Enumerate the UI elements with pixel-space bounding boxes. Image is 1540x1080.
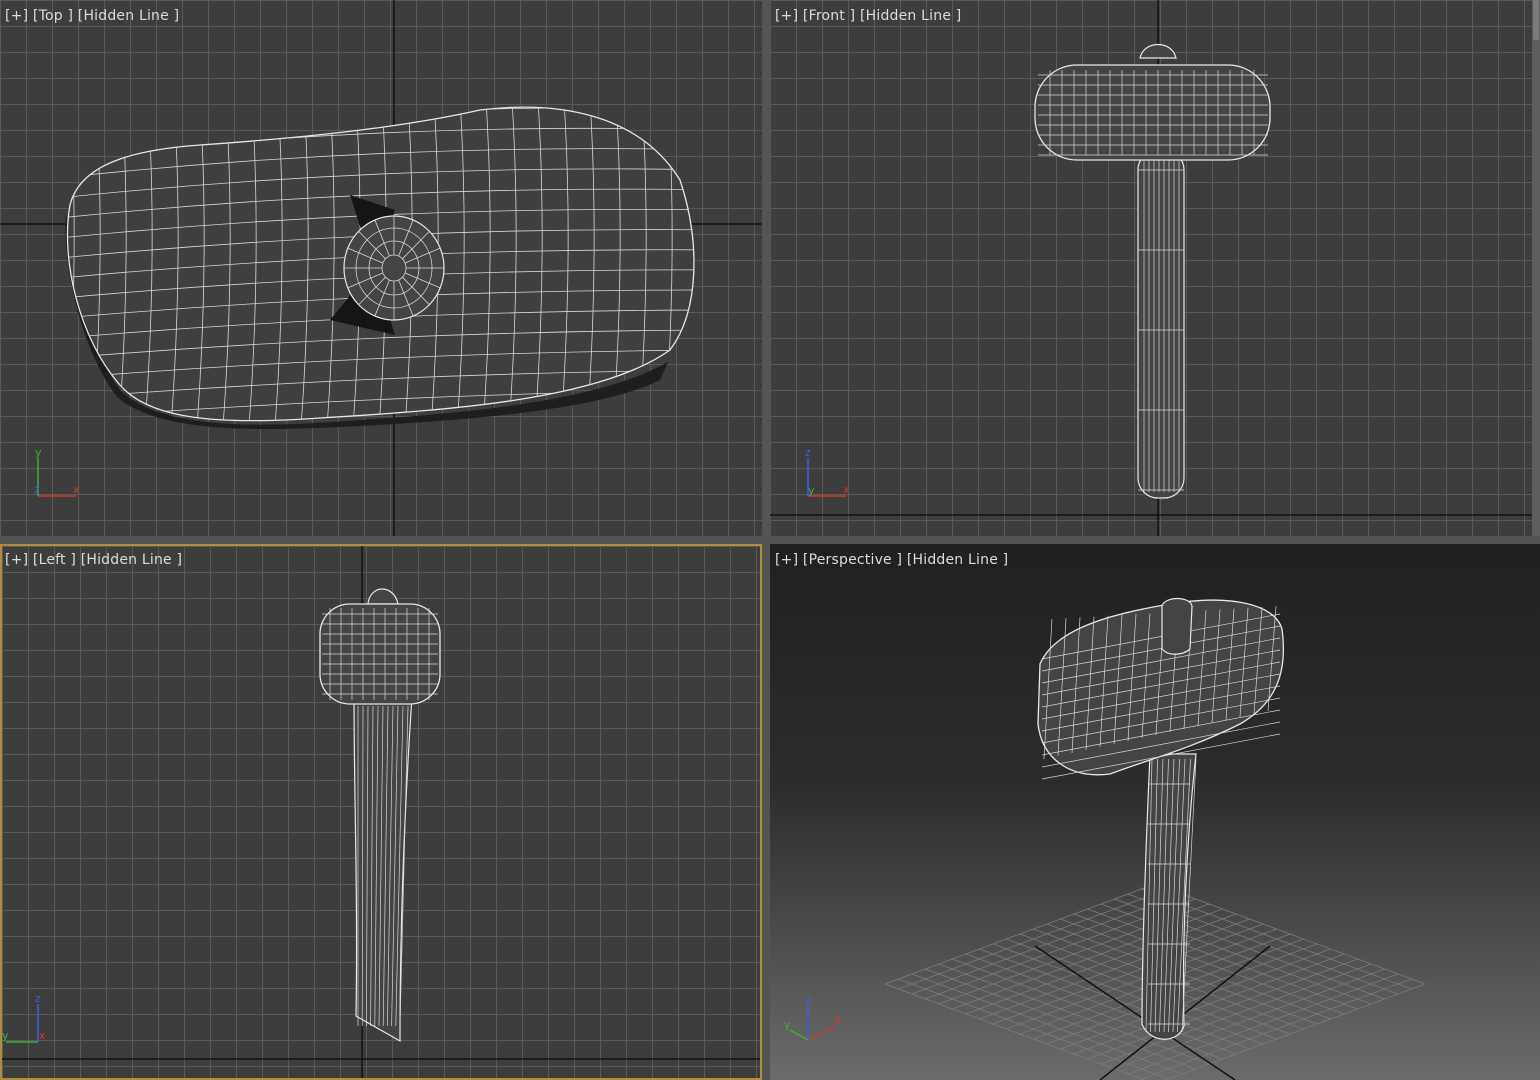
axis-gizmo: y z x xyxy=(34,446,80,497)
viewport-view-label[interactable]: [Perspective ] xyxy=(803,552,902,568)
viewport-perspective[interactable]: [+] [Perspective ] [Hidden Line ] z y x xyxy=(770,544,1540,1080)
svg-text:y: y xyxy=(2,1029,9,1042)
hammer-front xyxy=(1034,44,1271,499)
axis-gizmo: z y x xyxy=(805,446,850,497)
svg-text:x: x xyxy=(39,1029,46,1042)
left-view-canvas[interactable]: z y x xyxy=(2,546,760,1078)
svg-text:x: x xyxy=(834,1013,841,1026)
viewport-view-label[interactable]: [Front ] xyxy=(803,8,855,24)
svg-text:z: z xyxy=(806,992,812,1005)
viewport-front[interactable]: [+] [Front ] [Hidden Line ] z y x xyxy=(770,0,1532,536)
svg-text:y: y xyxy=(35,446,42,459)
viewport-top[interactable]: [+] [Top ] [Hidden Line ] y z x xyxy=(0,0,762,536)
viewport-menu-plus[interactable]: [+] xyxy=(775,8,798,24)
viewport-shading-label[interactable]: [Hidden Line ] xyxy=(81,552,182,568)
viewport-menu-plus[interactable]: [+] xyxy=(5,8,28,24)
svg-text:z: z xyxy=(805,446,811,459)
svg-text:y: y xyxy=(808,484,815,497)
viewport-menu-plus[interactable]: [+] xyxy=(5,552,28,568)
svg-text:x: x xyxy=(73,483,80,496)
viewport-shading-label[interactable]: [Hidden Line ] xyxy=(78,8,179,24)
perspective-view-canvas[interactable]: z y x xyxy=(770,544,1540,1080)
viewport-label: [+] [Front ] [Hidden Line ] xyxy=(775,8,961,24)
axis-gizmo: z y x xyxy=(784,992,841,1041)
svg-text:x: x xyxy=(843,483,850,496)
svg-text:z: z xyxy=(34,483,40,496)
hammer-head-top xyxy=(65,106,695,430)
svg-text:y: y xyxy=(784,1018,791,1031)
front-view-canvas[interactable]: z y x xyxy=(770,0,1532,536)
viewport-left[interactable]: [+] [Left ] [Hidden Line ] z y x xyxy=(0,544,762,1080)
scrollbar-thumb[interactable] xyxy=(1533,0,1539,40)
viewport-menu-plus[interactable]: [+] xyxy=(775,552,798,568)
svg-text:z: z xyxy=(35,992,41,1005)
viewport-label: [+] [Left ] [Hidden Line ] xyxy=(5,552,182,568)
viewport-label: [+] [Perspective ] [Hidden Line ] xyxy=(775,552,1008,568)
axis-gizmo: z y x xyxy=(2,992,46,1043)
viewport-view-label[interactable]: [Top ] xyxy=(33,8,73,24)
top-view-canvas[interactable]: y z x xyxy=(0,0,762,536)
hammer-left xyxy=(319,588,441,1043)
world-axis-line xyxy=(1034,945,1236,1080)
viewport-view-label[interactable]: [Left ] xyxy=(33,552,76,568)
viewport-shading-label[interactable]: [Hidden Line ] xyxy=(860,8,961,24)
viewport-label: [+] [Top ] [Hidden Line ] xyxy=(5,8,179,24)
viewport-scrollbar[interactable] xyxy=(1532,0,1540,536)
viewport-shading-label[interactable]: [Hidden Line ] xyxy=(907,552,1008,568)
